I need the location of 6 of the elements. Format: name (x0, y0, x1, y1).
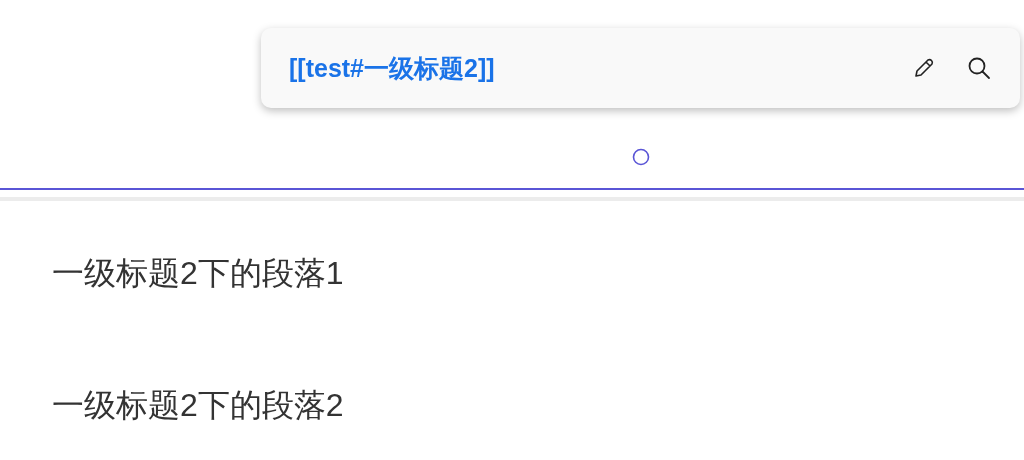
paragraph: 一级标题2下的段落1 (52, 254, 345, 293)
link-text[interactable]: [[test#一级标题2]] (289, 51, 495, 85)
resize-handle[interactable] (632, 148, 650, 166)
pencil-icon (912, 56, 936, 80)
search-icon (966, 55, 992, 81)
paragraph: 一级标题2下的段落2 (52, 386, 345, 425)
